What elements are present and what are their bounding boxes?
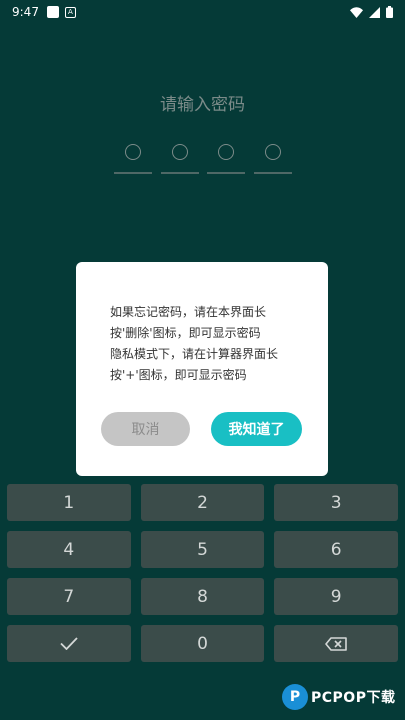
dialog-line: 按'删除'图标，即可显示密码 — [110, 326, 261, 340]
key-4[interactable]: 4 — [7, 531, 131, 568]
status-indicators — [350, 6, 393, 18]
key-2[interactable]: 2 — [140, 484, 265, 521]
pin-underline — [253, 172, 292, 174]
pin-slot — [114, 144, 152, 174]
dialog-line: 如果忘记密码，请在本界面长 — [110, 305, 267, 319]
key-label: 4 — [63, 539, 75, 560]
forgot-password-dialog: 如果忘记密码，请在本界面长 按'删除'图标，即可显示密码 隐私模式下，请在计算器… — [76, 262, 328, 476]
notification-square-icon — [46, 6, 59, 18]
key-label: 2 — [197, 492, 208, 513]
signal-icon — [369, 6, 380, 18]
dialog-message: 如果忘记密码，请在本界面长 按'删除'图标，即可显示密码 隐私模式下，请在计算器… — [110, 302, 310, 386]
pin-slot — [253, 144, 292, 174]
pin-empty-circle-icon — [264, 144, 281, 160]
key-label: 3 — [330, 492, 342, 513]
a-badge-icon: A — [64, 6, 76, 18]
pin-slot — [207, 144, 246, 174]
key-label: 1 — [63, 492, 75, 513]
key-backspace[interactable] — [274, 625, 398, 662]
pin-underline — [160, 172, 199, 174]
pin-slot — [160, 144, 199, 174]
status-time: 9:47 — [12, 5, 39, 19]
key-label: 5 — [197, 539, 208, 560]
status-bar: 9:47 A — [0, 0, 405, 24]
key-label: 7 — [63, 586, 75, 607]
pin-underline — [114, 172, 152, 174]
pin-empty-circle-icon — [125, 144, 141, 160]
key-0[interactable]: 0 — [140, 625, 265, 662]
battery-icon — [386, 6, 393, 18]
keypad: 1 2 3 4 5 6 7 8 9 0 — [7, 484, 398, 662]
key-5[interactable]: 5 — [140, 531, 265, 568]
key-3[interactable]: 3 — [274, 484, 398, 521]
watermark-text: PCPOP下载 — [311, 690, 396, 706]
key-label: 0 — [197, 633, 208, 654]
lock-title: 请输入密码 — [160, 95, 245, 115]
backspace-icon — [325, 636, 347, 651]
checkmark-icon — [60, 637, 78, 650]
cancel-button[interactable]: 取消 — [101, 412, 190, 446]
pin-indicator — [114, 144, 292, 174]
key-7[interactable]: 7 — [7, 578, 131, 615]
dialog-line: 按'+'图标，即可显示密码 — [110, 368, 247, 382]
pin-underline — [207, 172, 246, 174]
pin-empty-circle-icon — [171, 144, 188, 160]
key-9[interactable]: 9 — [274, 578, 398, 615]
key-6[interactable]: 6 — [274, 531, 398, 568]
key-label: 6 — [330, 539, 342, 560]
wifi-icon — [350, 6, 363, 18]
key-confirm[interactable] — [7, 625, 131, 662]
pcpop-watermark: P PCPOP下载 — [282, 684, 395, 710]
got-it-button[interactable]: 我知道了 — [211, 412, 302, 446]
key-label: 8 — [197, 586, 208, 607]
key-label: 9 — [330, 586, 342, 607]
key-1[interactable]: 1 — [7, 484, 131, 521]
dialog-line: 隐私模式下，请在计算器界面长 — [110, 347, 279, 361]
key-8[interactable]: 8 — [140, 578, 265, 615]
pin-empty-circle-icon — [218, 144, 235, 160]
pcpop-logo-icon: P — [282, 684, 308, 710]
